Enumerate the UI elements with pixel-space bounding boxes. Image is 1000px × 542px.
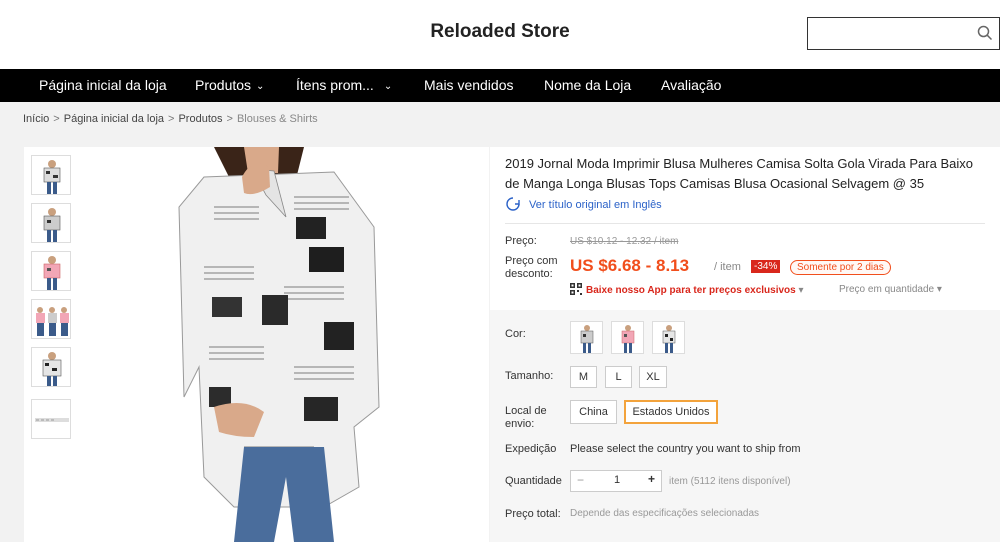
quantity-decrease-button[interactable]: − [577,473,584,487]
quantity-stepper: − 1 + [570,470,662,492]
original-price: US $10.12 - 12.32 / item [570,236,679,247]
ship-from-china[interactable]: China [570,400,617,424]
thumbnail-5[interactable] [31,347,71,387]
translate-icon [506,197,520,211]
size-option-m[interactable]: M [570,366,597,388]
shipping-message: Please select the country you want to sh… [570,443,801,455]
stock-availability: item (5112 itens disponível) [669,476,791,487]
breadcrumb-products[interactable]: Produtos [178,113,222,125]
nav-item-bestsellers[interactable]: Mais vendidos [424,69,514,102]
size-option-l[interactable]: L [605,366,632,388]
product-gallery [24,147,489,542]
price-unit: / item [714,261,741,273]
color-swatch-3[interactable] [652,321,685,354]
ship-from-label: Local de envio: [505,405,547,430]
quantity-label: Quantidade [505,475,562,487]
shipping-label: Expedição [505,443,557,455]
thumbnail-3[interactable] [31,251,71,291]
price-label: Preço: [505,235,537,247]
chevron-down-icon: ⌄ [383,81,393,92]
breadcrumb: Início > Página inicial da loja > Produtos > B… [23,113,318,125]
qr-code-icon [570,283,582,295]
view-original-title-link[interactable]: Ver título original em Inglês [505,197,662,211]
limited-time-badge: Somente por 2 dias [790,260,891,275]
breadcrumb-store-home[interactable]: Página inicial da loja [64,113,164,125]
ship-from-united-states[interactable]: Estados Unidos [624,400,718,424]
thumbnail-4[interactable] [31,299,71,339]
nav-item-store-name[interactable]: Nome da Loja [544,69,631,102]
total-price-label: Preço total: [505,508,561,520]
quantity-price-link[interactable]: Preço em quantidade ▾ [839,284,942,295]
store-navbar: Página inicial da loja Produtos ⌄ Ítens p… [0,69,1000,102]
nav-item-reviews[interactable]: Avaliação [661,69,721,102]
thumbnail-1[interactable] [31,155,71,195]
product-info-panel: 2019 Jornal Moda Imprimir Blusa Mulheres… [490,147,1000,542]
color-swatch-1[interactable] [570,321,603,354]
nav-item-products[interactable]: Produtos ⌄ [195,69,264,102]
quantity-input[interactable]: 1 [601,474,633,486]
thumbnail-2[interactable] [31,203,71,243]
breadcrumb-home[interactable]: Início [23,113,49,125]
discount-price-label: Preço com desconto: [505,255,558,280]
color-label: Cor: [505,328,526,340]
discount-price: US $6.68 - 8.13 [570,256,690,275]
breadcrumb-current: Blouses & Shirts [236,113,318,125]
color-swatch-2[interactable] [611,321,644,354]
chevron-down-icon: ▾ [936,284,942,295]
size-option-xl[interactable]: XL [639,366,667,388]
size-label: Tamanho: [505,370,554,382]
app-promo-link[interactable]: Baixe nosso App para ter preços exclusiv… [570,283,804,296]
main-product-image[interactable] [174,147,384,542]
thumbnail-6[interactable] [31,399,71,439]
nav-item-promo[interactable]: Ítens prom... ⌄ [296,69,392,102]
discount-badge: -34% [751,260,781,273]
store-header: Reloaded Store [0,0,1000,69]
total-price-note: Depende das especificações selecionadas [570,508,760,519]
nav-item-home[interactable]: Página inicial da loja [39,69,167,102]
divider [505,223,985,224]
quantity-increase-button[interactable]: + [648,472,655,486]
chevron-down-icon: ⌄ [256,81,265,92]
search-icon[interactable] [977,25,993,41]
search-input[interactable] [807,17,1000,50]
product-title: 2019 Jornal Moda Imprimir Blusa Mulheres… [505,156,973,191]
chevron-down-icon: ▾ [798,285,804,296]
